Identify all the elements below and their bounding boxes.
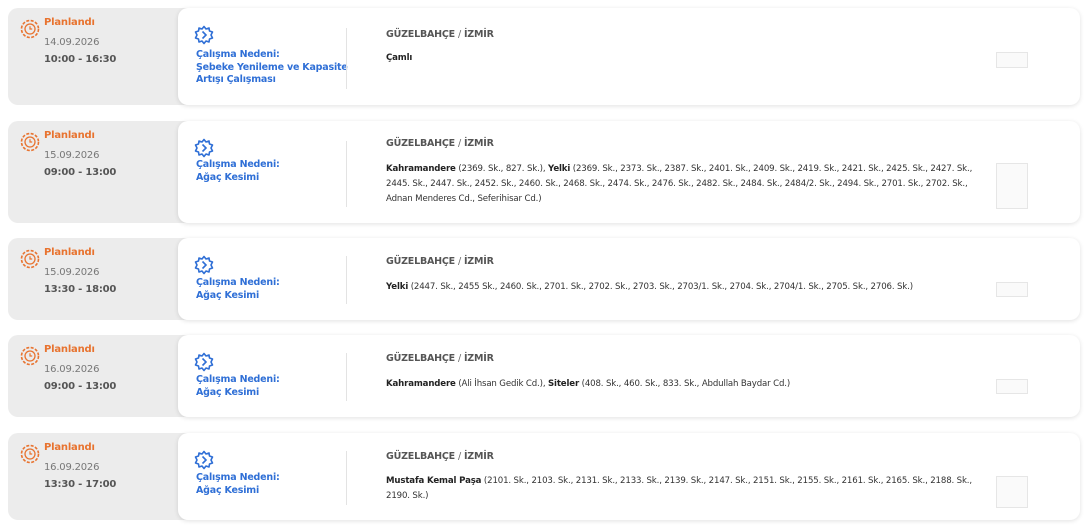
details-toggle[interactable] [996, 282, 1028, 297]
neighborhood-name: Yelki [548, 164, 571, 174]
details-toggle[interactable] [996, 163, 1028, 209]
maintenance-gear-icon [194, 352, 214, 372]
outage-item[interactable]: Planlandı 15.09.2026 09:00 - 13:00 Çalış… [8, 121, 1080, 223]
outage-card: Çalışma Nedeni: Şebeke Yenileme ve Kapas… [178, 8, 1080, 105]
location: GÜZELBAHÇE / İZMİR [386, 256, 494, 267]
date: 16.09.2026 [44, 462, 100, 473]
reason-value: Ağaç Kesimi [196, 289, 260, 301]
date: 16.09.2026 [44, 364, 100, 375]
reason-value: Ağaç Kesimi [196, 484, 260, 496]
location-separator: / [457, 29, 461, 40]
clock-gear-icon [20, 132, 40, 152]
work-reason: Çalışma Nedeni: Ağaç Kesimi [196, 159, 351, 184]
divider [346, 28, 347, 89]
location: GÜZELBAHÇE / İZMİR [386, 353, 494, 364]
divider [346, 451, 347, 505]
affected-streets: Kahramandere (2369. Sk., 827. Sk.), Yelk… [386, 162, 994, 207]
outage-card: Çalışma Nedeni: Ağaç Kesimi GÜZELBAHÇE / İ… [178, 121, 1080, 223]
location-separator: / [457, 451, 461, 462]
status-label: Planlandı [44, 442, 95, 453]
street-list: (Ali İhsan Gedik Cd.), [455, 379, 549, 389]
city: İZMİR [463, 256, 494, 267]
neighborhood-name: Siteler [548, 379, 580, 389]
outage-item[interactable]: Planlandı 15.09.2026 13:30 - 18:00 Çalış… [8, 238, 1080, 320]
time-range: 13:30 - 17:00 [44, 479, 117, 490]
work-reason: Çalışma Nedeni: Ağaç Kesimi [196, 472, 351, 497]
details-toggle[interactable] [996, 379, 1028, 394]
neighborhood-name: Mustafa Kemal Paşa [386, 476, 482, 486]
affected-streets: Mustafa Kemal Paşa (2101. Sk., 2103. Sk.… [386, 474, 994, 504]
district: GÜZELBAHÇE [386, 29, 455, 40]
neighborhood-name: Yelki [386, 282, 409, 292]
reason-label: Çalışma Nedeni: [196, 472, 280, 483]
date: 15.09.2026 [44, 267, 100, 278]
maintenance-gear-icon [194, 25, 214, 45]
outage-card: Çalışma Nedeni: Ağaç Kesimi GÜZELBAHÇE / İ… [178, 433, 1080, 520]
city: İZMİR [463, 138, 494, 149]
maintenance-gear-icon [194, 255, 214, 275]
city: İZMİR [463, 451, 494, 462]
outage-item[interactable]: Planlandı 14.09.2026 10:00 - 16:30 Çalış… [8, 8, 1080, 105]
reason-value: Şebeke Yenileme ve Kapasite Artışı Çalış… [196, 61, 348, 86]
clock-gear-icon [20, 19, 40, 39]
time-range: 09:00 - 13:00 [44, 167, 117, 178]
time-range: 10:00 - 16:30 [44, 54, 117, 65]
street-list: (2369. Sk., 827. Sk.), [455, 164, 549, 174]
neighborhood-name: Kahramandere [386, 379, 456, 389]
district: GÜZELBAHÇE [386, 256, 455, 267]
reason-value: Ağaç Kesimi [196, 171, 260, 183]
reason-label: Çalışma Nedeni: [196, 374, 280, 385]
outage-card: Çalışma Nedeni: Ağaç Kesimi GÜZELBAHÇE / İ… [178, 238, 1080, 320]
clock-gear-icon [20, 444, 40, 464]
maintenance-gear-icon [194, 450, 214, 470]
district: GÜZELBAHÇE [386, 451, 455, 462]
date: 15.09.2026 [44, 150, 100, 161]
status-label: Planlandı [44, 130, 95, 141]
time-range: 13:30 - 18:00 [44, 284, 117, 295]
outage-item[interactable]: Planlandı 16.09.2026 09:00 - 13:00 Çalış… [8, 335, 1080, 417]
work-reason: Çalışma Nedeni: Ağaç Kesimi [196, 374, 351, 399]
work-reason: Çalışma Nedeni: Ağaç Kesimi [196, 277, 351, 302]
location: GÜZELBAHÇE / İZMİR [386, 29, 494, 40]
outage-card: Çalışma Nedeni: Ağaç Kesimi GÜZELBAHÇE / İ… [178, 335, 1080, 417]
clock-gear-icon [20, 249, 40, 269]
details-toggle[interactable] [996, 476, 1028, 508]
city: İZMİR [463, 29, 494, 40]
district: GÜZELBAHÇE [386, 353, 455, 364]
reason-value: Ağaç Kesimi [196, 386, 260, 398]
details-toggle[interactable] [996, 52, 1028, 68]
date: 14.09.2026 [44, 37, 100, 48]
city: İZMİR [463, 353, 494, 364]
location-separator: / [457, 138, 461, 149]
status-label: Planlandı [44, 344, 95, 355]
reason-label: Çalışma Nedeni: [196, 49, 280, 60]
divider [346, 141, 347, 207]
work-reason: Çalışma Nedeni: Şebeke Yenileme ve Kapas… [196, 49, 351, 87]
outage-item[interactable]: Planlandı 16.09.2026 13:30 - 17:00 Çalış… [8, 433, 1080, 520]
divider [346, 353, 347, 401]
reason-label: Çalışma Nedeni: [196, 159, 280, 170]
status-label: Planlandı [44, 247, 95, 258]
location: GÜZELBAHÇE / İZMİR [386, 138, 494, 149]
neighborhood-name: Kahramandere [386, 164, 456, 174]
reason-label: Çalışma Nedeni: [196, 277, 280, 288]
maintenance-gear-icon [194, 138, 214, 158]
neighborhood-name: Çamlı [386, 53, 413, 63]
location: GÜZELBAHÇE / İZMİR [386, 451, 494, 462]
location-separator: / [457, 256, 461, 267]
divider [346, 256, 347, 304]
affected-streets: Kahramandere (Ali İhsan Gedik Cd.), Site… [386, 377, 994, 392]
street-list: (2447. Sk., 2455 Sk., 2460. Sk., 2701. S… [408, 282, 913, 292]
time-range: 09:00 - 13:00 [44, 381, 117, 392]
location-separator: / [457, 353, 461, 364]
status-label: Planlandı [44, 17, 95, 28]
street-list: (408. Sk., 460. Sk., 833. Sk., Abdullah … [579, 379, 791, 389]
district: GÜZELBAHÇE [386, 138, 455, 149]
affected-streets: Yelki (2447. Sk., 2455 Sk., 2460. Sk., 2… [386, 280, 994, 295]
affected-streets: Çamlı [386, 51, 994, 66]
clock-gear-icon [20, 346, 40, 366]
